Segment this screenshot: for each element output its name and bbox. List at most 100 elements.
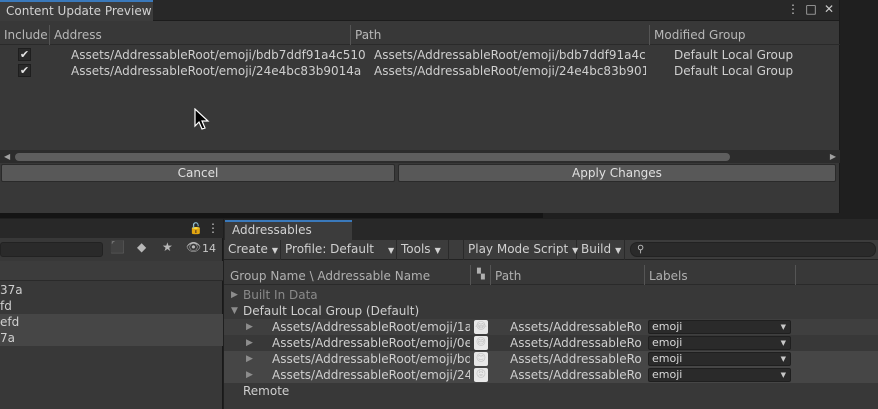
list-item[interactable]: 37a	[0, 282, 223, 298]
entry-name: Assets/AddressableRoot/emoji/0e68	[272, 336, 470, 350]
expand-arrow-icon[interactable]: ▶	[246, 351, 253, 367]
lock-icon[interactable]: 🔓	[189, 222, 203, 235]
table-row[interactable]: ▶ Assets/AddressableRoot/emoji/0e68 😅 As…	[224, 335, 878, 351]
labels-dropdown[interactable]: emoji ▼	[648, 368, 791, 382]
expand-arrow-icon[interactable]: ▶	[246, 335, 253, 351]
include-checkbox[interactable]: ✔	[18, 64, 31, 77]
content-update-preview-window: Content Update Preview ⋮ □ ✕ Include Add…	[0, 0, 840, 213]
horizontal-scrollbar[interactable]: ◀ ▶	[0, 150, 840, 163]
play-mode-label: Play Mode Script	[468, 242, 569, 256]
table-row[interactable]: ▶ Assets/AddressableRoot/emoji/24e4 😡 As…	[224, 367, 878, 383]
list-item[interactable]: efd	[0, 314, 223, 330]
column-separator[interactable]	[795, 265, 796, 285]
include-checkbox[interactable]: ✔	[18, 48, 31, 61]
profile-dropdown[interactable]: Profile: Default ▼	[281, 240, 397, 260]
column-separator[interactable]	[644, 265, 645, 285]
column-labels[interactable]: Labels	[649, 269, 688, 283]
group-name: Built In Data	[243, 288, 318, 302]
expand-arrow-icon[interactable]: ▶	[246, 367, 253, 383]
column-modified-group[interactable]: Modified Group	[654, 28, 746, 42]
group-name: Default Local Group (Default)	[243, 304, 420, 318]
close-icon[interactable]: ✕	[823, 2, 835, 16]
table-row[interactable]: ▶ Assets/AddressableRoot/emoji/1a57 😂 As…	[224, 319, 878, 335]
play-mode-script-dropdown[interactable]: Play Mode Script ▼	[463, 240, 578, 260]
column-separator[interactable]	[49, 25, 50, 45]
chevron-down-icon: ▼	[780, 339, 786, 347]
entry-name: Assets/AddressableRoot/emoji/1a57	[272, 320, 470, 334]
asset-type-icon[interactable]: ▚	[477, 269, 485, 280]
kebab-menu-icon[interactable]: ⋮	[787, 2, 799, 16]
column-separator[interactable]	[649, 25, 650, 45]
group-cell: Default Local Group	[674, 64, 794, 78]
expand-arrow-icon[interactable]: ▶	[246, 319, 253, 335]
hierarchy-search-input[interactable]	[0, 242, 103, 257]
apply-changes-button[interactable]: Apply Changes	[398, 164, 836, 182]
column-path[interactable]: Path	[495, 269, 521, 283]
emoji-asset-icon: 😡	[474, 368, 488, 382]
column-group-name[interactable]: Group Name \ Addressable Name	[230, 269, 430, 283]
scrollbar-thumb[interactable]	[15, 153, 730, 161]
group-name: Remote	[243, 384, 290, 398]
search-icon: ⚲	[637, 244, 645, 255]
path-cell: Assets/AddressableRoot/emoji/24e4bc83b90…	[374, 64, 646, 78]
divider-strip	[0, 213, 543, 218]
labels-dropdown[interactable]: emoji ▼	[648, 352, 791, 366]
create-dropdown[interactable]: Create ▼	[224, 240, 281, 260]
star-icon[interactable]: ★	[162, 240, 173, 254]
preview-titlebar: Content Update Preview ⋮ □ ✕	[0, 0, 839, 21]
window-controls: ⋮ □ ✕	[787, 2, 835, 16]
groups-tabbar: Addressables Groups	[224, 219, 878, 254]
entry-path: Assets/AddressableRoo	[510, 336, 642, 350]
tag-icon[interactable]: ◆	[137, 240, 146, 254]
profile-label: Profile: Default	[285, 242, 375, 256]
groups-title-tab[interactable]: Addressables Groups	[225, 220, 352, 254]
groups-column-header: Group Name \ Addressable Name ▚ Path Lab…	[224, 265, 878, 285]
column-address[interactable]: Address	[54, 28, 102, 42]
group-row-remote[interactable]: Remote	[224, 383, 878, 399]
hidden-count: 14	[202, 242, 216, 255]
tools-label: Tools	[401, 242, 431, 256]
kebab-menu-icon[interactable]: ⋮	[207, 221, 219, 235]
column-include[interactable]: Include	[4, 28, 48, 42]
chevron-down-icon: ▼	[271, 246, 279, 255]
chevron-down-icon: ▼	[615, 246, 622, 255]
entry-name: Assets/AddressableRoot/emoji/24e4	[272, 368, 470, 382]
tools-dropdown[interactable]: Tools ▼	[397, 240, 449, 260]
hidden-eye-icon[interactable]: 👁	[186, 240, 201, 254]
groups-search-input[interactable]: ⚲	[630, 242, 876, 257]
build-label: Build	[581, 242, 612, 256]
create-label: Create	[228, 242, 268, 256]
scroll-right-icon[interactable]: ▶	[830, 150, 836, 163]
preview-title-tab[interactable]: Content Update Preview	[0, 0, 153, 21]
labels-dropdown[interactable]: emoji ▼	[648, 336, 791, 350]
group-row-built-in-data[interactable]: ▶ Built In Data	[224, 287, 878, 303]
collapse-arrow-icon[interactable]: ▼	[231, 303, 238, 319]
entry-path: Assets/AddressableRoo	[510, 320, 642, 334]
preview-column-header: Include Address Path Modified Group	[0, 25, 840, 45]
label-value: emoji	[652, 320, 683, 333]
labels-dropdown[interactable]: emoji ▼	[648, 320, 791, 334]
list-item[interactable]: fd	[0, 298, 223, 314]
label-value: emoji	[652, 368, 683, 381]
column-separator[interactable]	[490, 265, 491, 285]
build-dropdown[interactable]: Build ▼	[577, 240, 625, 260]
preview-row[interactable]: ✔ Assets/AddressableRoot/emoji/bdb7ddf91…	[0, 47, 840, 63]
hierarchy-header	[0, 261, 223, 281]
maximize-icon[interactable]: □	[805, 2, 817, 16]
list-item[interactable]: 7a	[0, 330, 223, 346]
cancel-button[interactable]: Cancel	[1, 164, 395, 182]
preview-row[interactable]: ✔ Assets/AddressableRoot/emoji/24e4bc83b…	[0, 63, 840, 79]
column-separator[interactable]	[470, 265, 471, 285]
entry-name: Assets/AddressableRoot/emoji/bdb7	[272, 352, 470, 366]
scene-visibility-icon[interactable]: ⬛	[110, 240, 125, 254]
chevron-down-icon: ▼	[780, 355, 786, 363]
group-row-default-local[interactable]: ▼ Default Local Group (Default)	[224, 303, 878, 319]
scroll-left-icon[interactable]: ◀	[4, 150, 10, 163]
label-value: emoji	[652, 352, 683, 365]
expand-arrow-icon[interactable]: ▶	[231, 287, 238, 303]
column-path[interactable]: Path	[355, 28, 381, 42]
table-row[interactable]: ▶ Assets/AddressableRoot/emoji/bdb7 😊 As…	[224, 351, 878, 367]
emoji-asset-icon: 😅	[474, 336, 488, 350]
address-cell: Assets/AddressableRoot/emoji/bdb7ddf91a4…	[71, 48, 366, 62]
column-separator[interactable]	[350, 25, 351, 45]
